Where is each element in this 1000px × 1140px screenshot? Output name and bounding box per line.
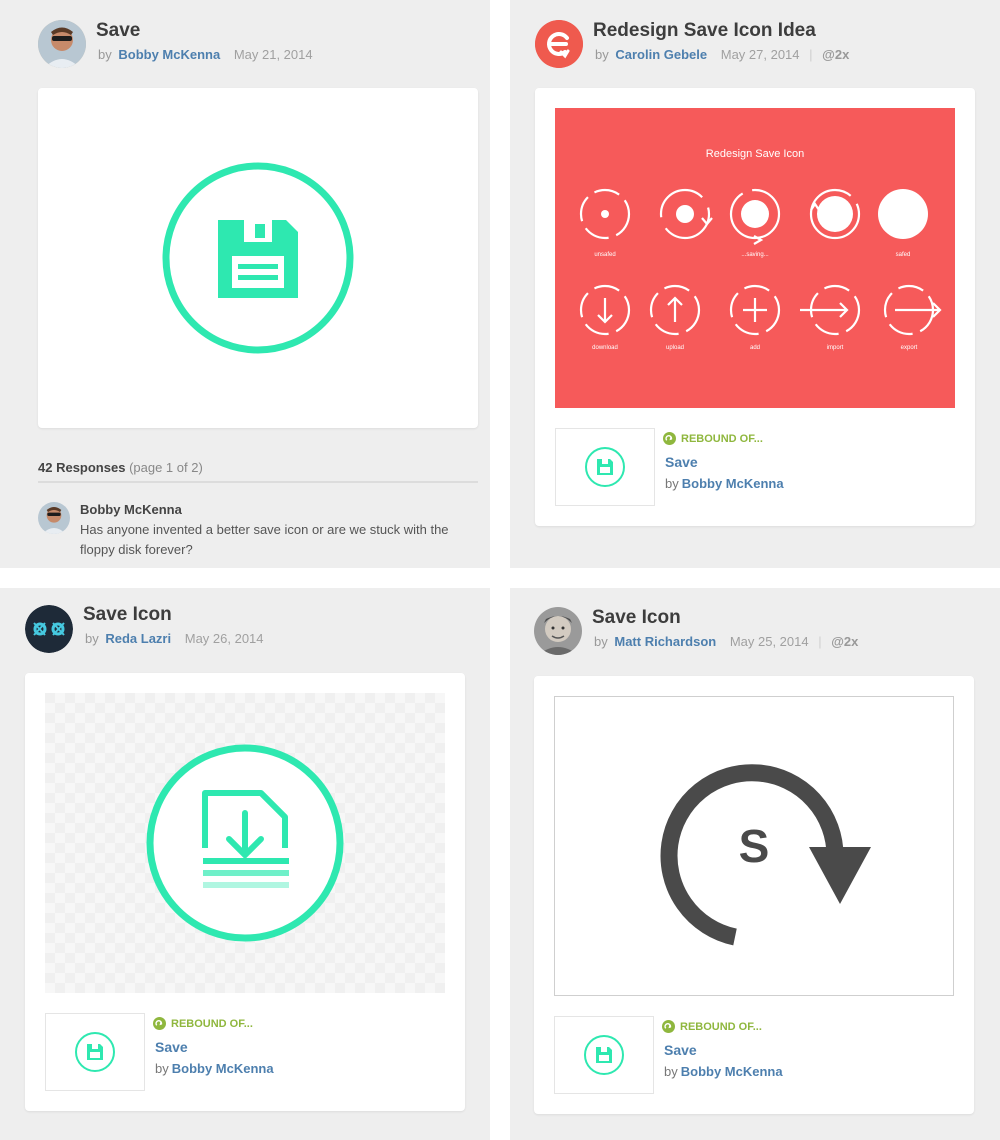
action-label: export	[900, 345, 918, 351]
floppy-disk-icon	[584, 1035, 624, 1075]
state-label: unsafed	[594, 252, 616, 258]
s-letter: S	[738, 820, 770, 872]
by-label: by	[155, 1061, 169, 1076]
shot-image-frame: S	[554, 696, 954, 996]
shot-meta: by Matt Richardson May 25, 2014 | @2x	[594, 634, 858, 649]
redesign-artboard: Redesign Save Icon unsafed ...saving... …	[555, 108, 955, 408]
rebound-by: by Bobby McKenna	[665, 476, 784, 491]
shot-panel-reda: Save Icon by Reda Lazri May 26, 2014 REB…	[0, 588, 490, 1140]
rebound-by: by Bobby McKenna	[155, 1061, 274, 1076]
rebound-label: REBOUND OF...	[663, 432, 763, 445]
action-label: upload	[665, 345, 685, 351]
rebound-label: REBOUND OF...	[662, 1020, 762, 1033]
shot-card[interactable]	[38, 88, 478, 428]
rebound-label: REBOUND OF...	[153, 1017, 253, 1030]
action-label: import	[826, 345, 844, 351]
responses-page: (page 1 of 2)	[129, 460, 203, 475]
state-label: ...saving...	[741, 252, 769, 258]
comment-text: Has anyone invented a better save icon o…	[80, 522, 449, 557]
rebound-author-link[interactable]: Bobby McKenna	[681, 1064, 783, 1079]
shot-title[interactable]: Save Icon	[83, 604, 172, 626]
rebound-title[interactable]: Save	[155, 1039, 188, 1055]
shot-title[interactable]: Save Icon	[592, 607, 681, 629]
by-label: by	[594, 634, 608, 649]
floppy-disk-icon	[585, 447, 625, 487]
author-avatar[interactable]	[535, 20, 583, 68]
shot-date: May 26, 2014	[184, 631, 264, 646]
rebound-label-text: REBOUND OF...	[680, 1020, 762, 1033]
rebound-label-text: REBOUND OF...	[681, 432, 763, 445]
resolution-link[interactable]: @2x	[831, 634, 858, 649]
comment-author[interactable]: Bobby McKenna	[80, 502, 182, 517]
document-download-icon	[45, 693, 445, 993]
author-avatar[interactable]	[25, 605, 73, 653]
author-avatar[interactable]	[38, 20, 86, 68]
shot-date: May 21, 2014	[233, 47, 313, 62]
rebound-thumbnail[interactable]	[555, 428, 655, 506]
shot-meta: by Bobby McKenna May 21, 2014	[98, 47, 313, 62]
shot-panel-redesign: Redesign Save Icon Idea by Carolin Gebel…	[510, 0, 1000, 568]
author-avatar[interactable]	[534, 607, 582, 655]
rebound-title[interactable]: Save	[665, 454, 698, 470]
rebound-icon	[663, 432, 676, 445]
meta-separator: |	[818, 634, 822, 649]
by-label: by	[664, 1064, 678, 1079]
shot-card[interactable]: S REBOUND OF... Save by Bobby McKenna	[534, 676, 974, 1114]
rebound-thumbnail[interactable]	[45, 1013, 145, 1091]
author-link[interactable]: Bobby McKenna	[118, 47, 220, 62]
rebound-by: by Bobby McKenna	[664, 1064, 783, 1079]
shot-date: May 25, 2014	[729, 634, 809, 649]
rebound-thumbnail[interactable]	[554, 1016, 654, 1094]
resolution-link[interactable]: @2x	[822, 47, 849, 62]
state-label: safed	[895, 252, 911, 258]
author-link[interactable]: Matt Richardson	[614, 634, 716, 649]
rebound-title[interactable]: Save	[664, 1042, 697, 1058]
author-link[interactable]: Reda Lazri	[105, 631, 171, 646]
rebound-icon	[662, 1020, 675, 1033]
shot-title[interactable]: Redesign Save Icon Idea	[593, 20, 816, 42]
by-label: by	[98, 47, 112, 62]
shot-meta: by Carolin Gebele May 27, 2014 | @2x	[595, 47, 849, 62]
shot-title[interactable]: Save	[96, 20, 140, 42]
shot-date: May 27, 2014	[720, 47, 800, 62]
responses-count: 42 Responses	[38, 460, 126, 475]
rebound-icon	[153, 1017, 166, 1030]
shot-meta: by Reda Lazri May 26, 2014	[85, 631, 264, 646]
shot-panel-matt: Save Icon by Matt Richardson May 25, 201…	[510, 588, 1000, 1140]
shot-card[interactable]: REBOUND OF... Save by Bobby McKenna	[25, 673, 465, 1111]
save-state-icons	[579, 188, 942, 336]
floppy-disk-icon	[162, 162, 354, 354]
shot-panel-save: Save by Bobby McKenna May 21, 2014 42 Re…	[0, 0, 490, 568]
by-label: by	[85, 631, 99, 646]
rebound-author-link[interactable]: Bobby McKenna	[682, 476, 784, 491]
action-label: download	[592, 345, 618, 351]
responses-header: 42 Responses (page 1 of 2)	[38, 460, 478, 483]
by-label: by	[665, 476, 679, 491]
by-label: by	[595, 47, 609, 62]
rebound-author-link[interactable]: Bobby McKenna	[172, 1061, 274, 1076]
commenter-avatar[interactable]	[38, 502, 70, 534]
shot-card[interactable]: Redesign Save Icon unsafed ...saving... …	[535, 88, 975, 526]
meta-separator: |	[809, 47, 813, 62]
floppy-disk-icon	[75, 1032, 115, 1072]
rebound-label-text: REBOUND OF...	[171, 1017, 253, 1030]
author-link[interactable]: Carolin Gebele	[615, 47, 707, 62]
action-label: add	[749, 345, 760, 351]
